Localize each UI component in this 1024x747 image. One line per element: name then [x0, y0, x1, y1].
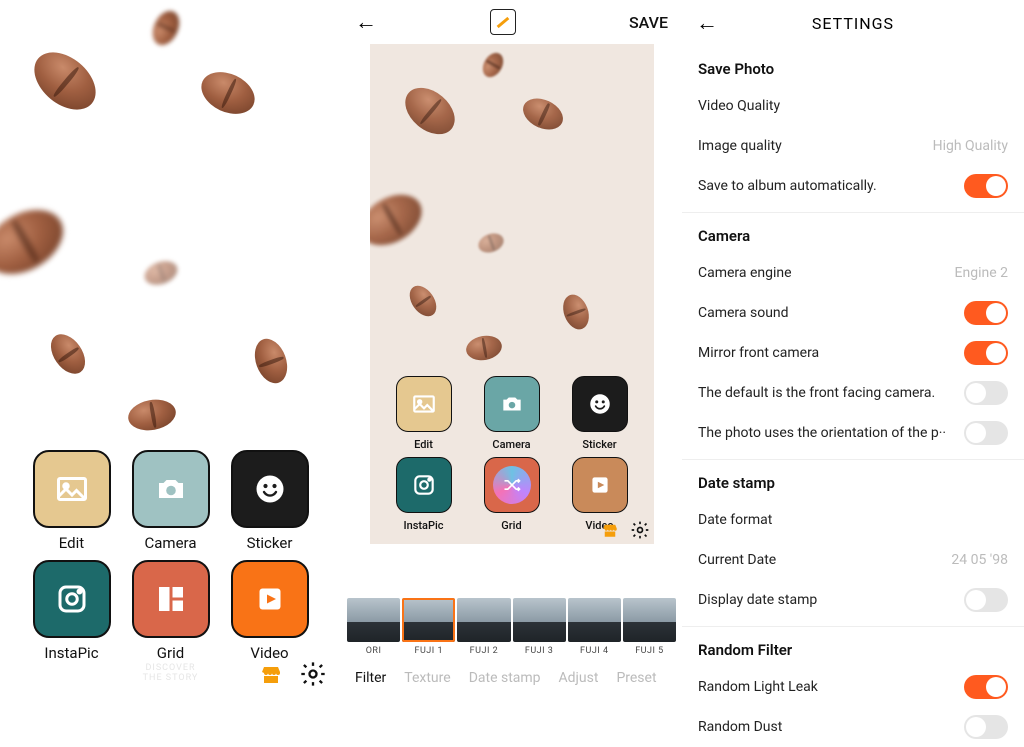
row-date-format[interactable]: Date format — [698, 500, 1008, 540]
home-panel: Edit Camera Sticker InstaPic Grid — [0, 0, 341, 692]
instagram-icon — [54, 581, 90, 617]
filter-fuji4[interactable]: FUJI 4 — [568, 598, 621, 656]
section-camera: Camera — [698, 227, 1008, 245]
tile-camera[interactable]: Camera — [132, 450, 210, 552]
gear-icon[interactable] — [299, 660, 327, 688]
camera-icon — [153, 471, 189, 507]
row-light-leak: Random Light Leak — [698, 667, 1008, 707]
shuffle-button[interactable] — [493, 466, 531, 504]
row-camera-sound: Camera sound — [698, 293, 1008, 333]
mini-tile-camera[interactable]: Camera — [484, 376, 540, 451]
editor-tabs: Filter Texture Date stamp Adjust Preset — [341, 670, 682, 686]
toggle-auto-save[interactable] — [964, 174, 1008, 198]
emoji-icon — [587, 391, 613, 417]
filter-fuji1[interactable]: FUJI 1 — [402, 598, 455, 656]
section-random-filter: Random Filter — [698, 641, 1008, 659]
back-icon[interactable]: ← — [696, 10, 718, 36]
row-default-front: The default is the front facing camera. — [698, 373, 1008, 413]
tile-grid[interactable]: Grid — [132, 560, 210, 662]
row-image-quality[interactable]: Image qualityHigh Quality — [698, 126, 1008, 166]
store-icon[interactable] — [600, 521, 620, 539]
mini-tile-sticker[interactable]: Sticker — [572, 376, 628, 451]
section-save-photo: Save Photo — [698, 60, 1008, 78]
row-video-quality[interactable]: Video Quality — [698, 86, 1008, 126]
tab-adjust[interactable]: Adjust — [559, 670, 599, 686]
tab-datestamp[interactable]: Date stamp — [469, 670, 541, 686]
tile-camera-label: Camera — [145, 534, 197, 552]
tile-instapic[interactable]: InstaPic — [33, 560, 111, 662]
row-current-date[interactable]: Current Date24 05 '98 — [698, 540, 1008, 580]
crop-button[interactable] — [490, 9, 516, 35]
tile-sticker-label: Sticker — [247, 534, 293, 552]
mini-tile-instapic[interactable]: InstaPic — [396, 457, 452, 532]
watermark-stamp: DISCOVER THE STORY — [136, 656, 206, 690]
save-button[interactable]: SAVE — [629, 13, 668, 32]
toggle-camera-sound[interactable] — [964, 301, 1008, 325]
play-icon — [252, 581, 288, 617]
editor-panel: ← SAVE Edit Camera Sticker — [341, 0, 682, 692]
row-display-stamp: Display date stamp — [698, 580, 1008, 620]
tile-edit-label: Edit — [59, 534, 84, 552]
section-date-stamp: Date stamp — [698, 474, 1008, 492]
canvas-tool-grid: Edit Camera Sticker InstaPic Grid Video — [370, 376, 654, 532]
main-tool-grid: Edit Camera Sticker InstaPic Grid — [0, 450, 341, 662]
toggle-display-stamp[interactable] — [964, 588, 1008, 612]
toggle-dust[interactable] — [964, 715, 1008, 739]
collage-icon — [153, 581, 189, 617]
toggle-orientation[interactable] — [964, 421, 1008, 445]
tile-instapic-label: InstaPic — [44, 644, 98, 662]
filter-fuji2[interactable]: FUJI 2 — [457, 598, 510, 656]
filter-fuji5[interactable]: FUJI 5 — [623, 598, 676, 656]
tab-filter[interactable]: Filter — [355, 670, 386, 686]
play-icon — [587, 472, 613, 498]
row-mirror-front: Mirror front camera — [698, 333, 1008, 373]
filter-ori[interactable]: ORI — [347, 598, 400, 656]
tab-texture[interactable]: Texture — [404, 670, 450, 686]
mini-tile-edit[interactable]: Edit — [396, 376, 452, 451]
filter-fuji3[interactable]: FUJI 3 — [513, 598, 566, 656]
emoji-icon — [252, 471, 288, 507]
row-orientation: The photo uses the orientation of the p·… — [698, 413, 1008, 453]
tab-preset[interactable]: Preset — [616, 670, 656, 686]
image-icon — [411, 391, 437, 417]
toggle-mirror-front[interactable] — [964, 341, 1008, 365]
tile-video[interactable]: Video — [231, 560, 309, 662]
gear-icon[interactable] — [630, 520, 650, 540]
image-icon — [54, 471, 90, 507]
tile-edit[interactable]: Edit — [33, 450, 111, 552]
instagram-icon — [411, 472, 437, 498]
row-auto-save: Save to album automatically. — [698, 166, 1008, 206]
row-dust: Random Dust — [698, 707, 1008, 747]
shuffle-icon — [502, 475, 522, 495]
camera-icon — [499, 391, 525, 417]
store-icon[interactable] — [257, 662, 285, 686]
settings-title: SETTINGS — [812, 14, 894, 33]
toggle-light-leak[interactable] — [964, 675, 1008, 699]
filter-thumbnails: ORI FUJI 1 FUJI 2 FUJI 3 FUJI 4 FUJI 5 — [341, 598, 682, 656]
tile-sticker[interactable]: Sticker — [231, 450, 309, 552]
edit-canvas[interactable]: Edit Camera Sticker InstaPic Grid Video — [370, 44, 654, 544]
toggle-default-front[interactable] — [964, 381, 1008, 405]
row-camera-engine[interactable]: Camera engineEngine 2 — [698, 253, 1008, 293]
settings-panel: ← SETTINGS Save Photo Video Quality Imag… — [682, 0, 1024, 692]
back-icon[interactable]: ← — [355, 9, 377, 35]
